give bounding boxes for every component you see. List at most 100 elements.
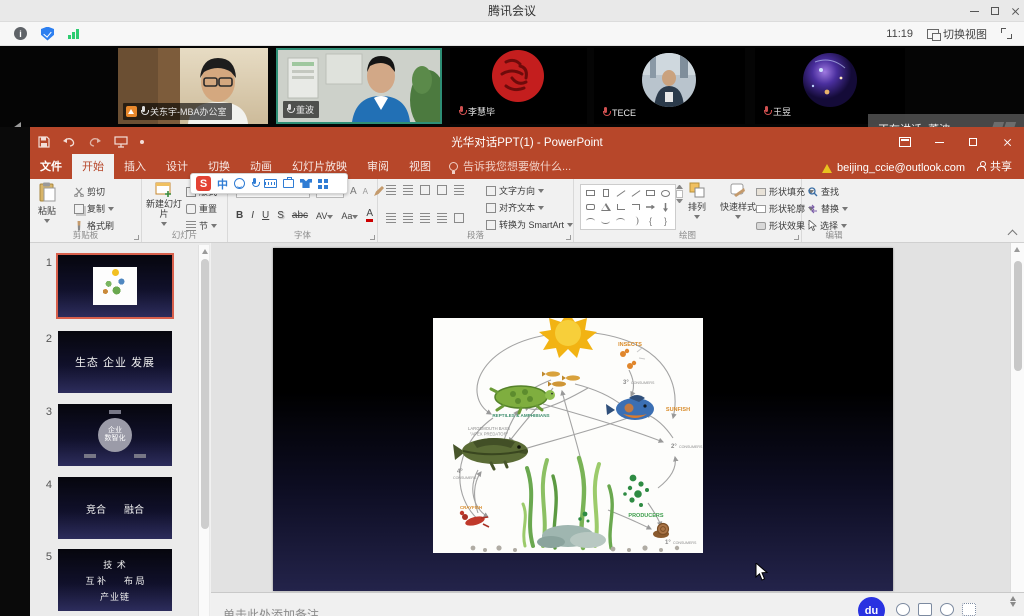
ppt-minimize-icon[interactable] [935,142,944,143]
account-info[interactable]: beijing_ccie@outlook.com [822,162,965,179]
char-spacing-button[interactable]: AV [316,211,333,221]
input-language-toggle[interactable]: 中 [217,176,228,192]
shapes-gallery[interactable]: { } [580,184,676,230]
copy-button[interactable]: 复制 [74,202,114,215]
shape-arc[interactable] [613,214,628,228]
shapes-scroll[interactable] [674,185,685,203]
bullets-icon[interactable] [386,185,396,195]
align-text-button[interactable]: 对齐文本 [486,201,544,214]
shape-oval[interactable] [658,186,673,200]
security-shield-icon[interactable] [41,27,54,41]
video-tile-5[interactable]: 王昱 [755,48,905,124]
ppt-close-icon[interactable] [1003,138,1012,147]
shape-curve[interactable] [628,214,643,228]
ribbon-display-icon[interactable] [899,137,911,147]
shape-arrow-right[interactable] [643,200,658,214]
quick-styles-button[interactable]: 快速样式 [720,182,756,219]
redo-icon[interactable] [88,137,102,148]
tell-me-box[interactable]: 告诉我您想要做什么... [441,154,579,179]
scrollbar-thumb[interactable] [1014,261,1022,371]
font-color-button[interactable]: A [366,209,373,222]
scroll-updown-icon[interactable] [1010,594,1016,609]
video-tile-3[interactable]: 李慧毕 [450,48,587,124]
slide-thumbnail-5[interactable]: 技 术 互 补 布 局 产业链 [58,549,172,611]
toolbox-icon[interactable] [283,179,294,188]
dialog-launcher-icon[interactable] [134,235,139,240]
tab-review[interactable]: 审阅 [357,154,399,179]
restore-icon[interactable] [991,7,999,15]
shape-rectangle[interactable] [643,186,658,200]
replace-button[interactable]: 替换 [808,202,848,215]
ppt-restore-icon[interactable] [969,138,977,146]
status-icon-2[interactable] [918,603,932,616]
justify-icon[interactable] [437,213,447,223]
shrink-font-icon[interactable]: A [363,187,368,196]
dialog-launcher-icon[interactable] [370,235,375,240]
status-icon-3[interactable] [940,603,954,616]
grow-font-icon[interactable]: A [350,186,357,197]
reset-button[interactable]: 重置 [186,202,217,215]
align-center-icon[interactable] [403,213,413,223]
shape-line[interactable] [613,186,628,200]
shape-textbox[interactable] [583,186,598,200]
scroll-up-icon[interactable] [1014,247,1020,252]
slide-thumbnail-1[interactable] [58,255,172,317]
tab-file[interactable]: 文件 [30,154,72,179]
strikethrough-button[interactable]: abc [292,210,308,221]
cut-button[interactable]: 剪切 [74,185,105,198]
shape-freeform[interactable] [583,214,598,228]
thumbnail-scrollbar[interactable] [198,245,209,616]
shape-triangle[interactable] [598,200,613,214]
align-right-icon[interactable] [420,213,430,223]
indent-decrease-icon[interactable] [420,185,430,195]
numbering-icon[interactable] [403,185,413,195]
indent-increase-icon[interactable] [437,185,447,195]
canvas-scrollbar[interactable] [1010,243,1024,592]
undo-icon[interactable] [62,137,76,148]
bold-button[interactable]: B [236,210,243,221]
tab-home[interactable]: 开始 [72,154,114,179]
slideshow-icon[interactable] [114,136,128,148]
scrollbar-thumb[interactable] [201,259,209,529]
status-icon-4[interactable] [962,603,976,616]
line-spacing-icon[interactable] [454,185,464,195]
tab-insert[interactable]: 插入 [114,154,156,179]
slide-thumbnail-2[interactable]: 生态 企业 发展 [58,331,172,393]
slide-thumbnail-3[interactable]: 企业 数智化 [58,404,172,466]
keyboard-icon[interactable] [264,179,277,188]
sogou-logo-icon[interactable]: S [196,176,211,191]
shape-elbow-arrow[interactable] [628,200,643,214]
shape-elbow[interactable] [613,200,628,214]
text-direction-button[interactable]: 文字方向 [486,184,544,197]
shape-brace-right[interactable]: } [658,214,673,228]
switch-view-button[interactable]: 切换视图 [923,24,991,44]
tab-view[interactable]: 视图 [399,154,441,179]
qat-more-icon[interactable] [140,140,144,144]
video-tile-4[interactable]: TECE [594,48,745,124]
paste-button[interactable]: 粘贴 [38,182,56,223]
save-icon[interactable] [38,136,50,148]
scroll-up-icon[interactable] [202,249,208,254]
columns-icon[interactable] [454,213,464,223]
fullscreen-icon[interactable] [1001,28,1012,39]
dialog-launcher-icon[interactable] [566,235,571,240]
shape-brace-left[interactable]: { [643,214,658,228]
slide-thumbnail-4[interactable]: 竞合 融合 [58,477,172,539]
find-button[interactable]: 查找 [808,185,839,198]
share-button[interactable]: 共享 [965,154,1024,179]
italic-button[interactable]: I [251,210,254,221]
video-tile-2-active-speaker[interactable]: 董波 [276,48,442,124]
align-left-icon[interactable] [386,213,396,223]
shape-line-arrow[interactable] [628,186,643,200]
info-icon[interactable]: i [14,27,27,40]
sogou-input-toolbar[interactable]: S 中 [190,173,348,194]
notes-placeholder[interactable]: 单击此处添加备注 [223,606,319,616]
underline-button[interactable]: U [262,210,269,221]
arrange-button[interactable]: 排列 [688,182,706,219]
more-grid-icon[interactable] [318,179,328,189]
emoji-icon[interactable] [234,178,245,189]
shape-rounded-rect[interactable] [583,200,598,214]
collapse-ribbon-icon[interactable] [1008,230,1018,240]
dialog-launcher-icon[interactable] [794,235,799,240]
status-icon-1[interactable] [896,603,910,616]
